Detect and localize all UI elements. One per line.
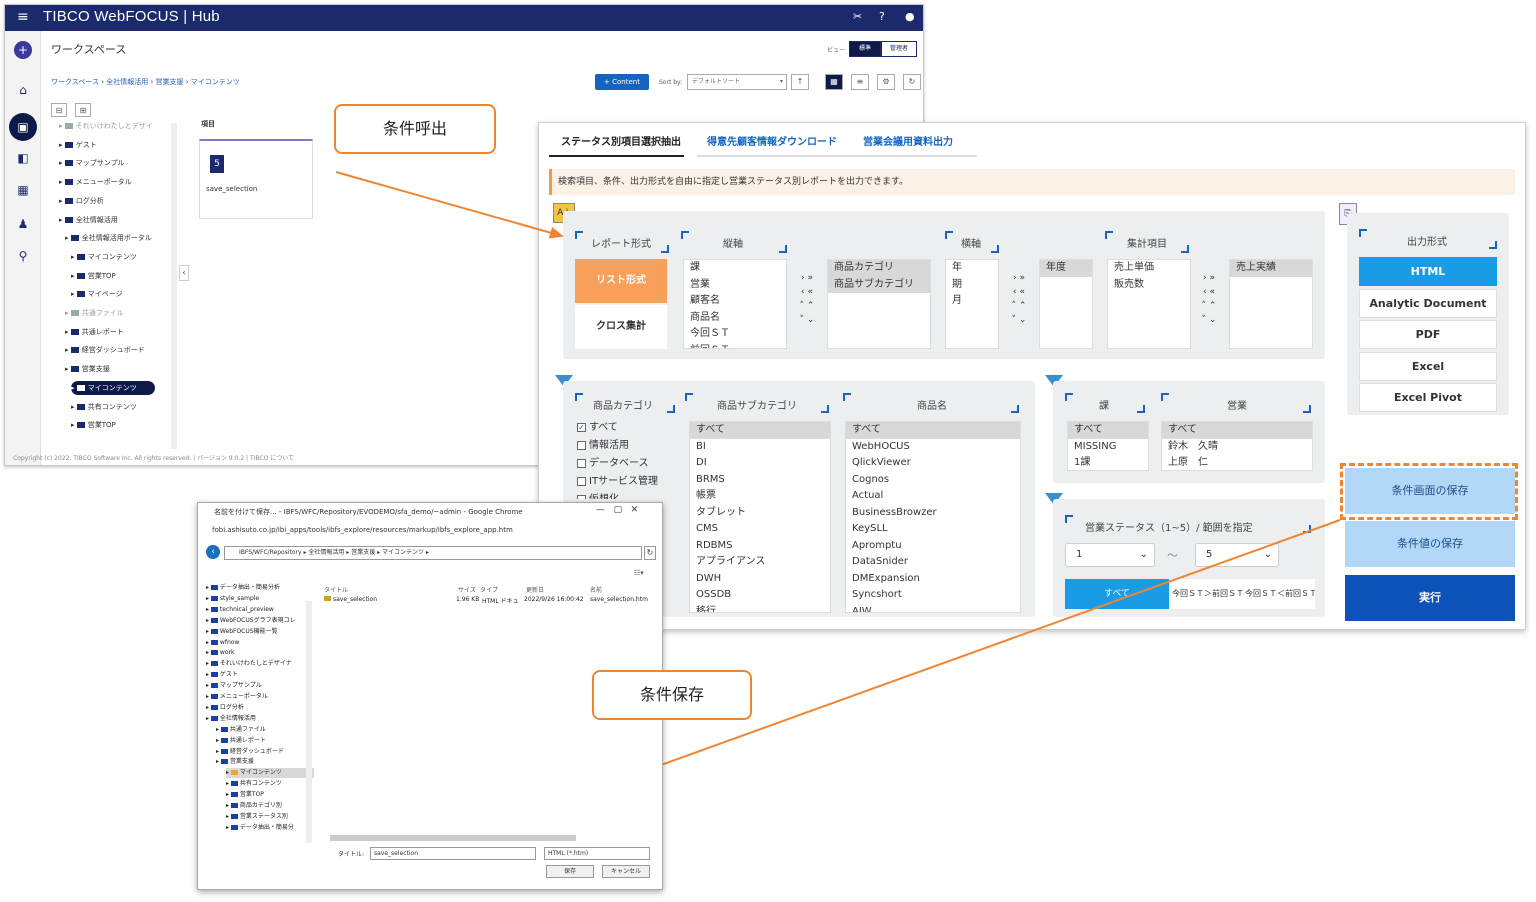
col-type[interactable]: タイプ xyxy=(480,585,498,594)
folder-icon xyxy=(230,781,238,787)
folder-icon xyxy=(210,683,218,689)
dialog-tree-scrollbar[interactable] xyxy=(306,601,312,843)
folder-icon xyxy=(210,617,218,623)
file-date: 2022/9/26 16:00:42 xyxy=(524,596,584,603)
save-button[interactable]: 保存 xyxy=(546,865,594,878)
html-file-icon xyxy=(324,596,331,601)
dialog-tree-label: work xyxy=(219,649,235,657)
file-size: 1.96 KB xyxy=(456,596,480,603)
folder-icon xyxy=(220,759,228,765)
folder-icon xyxy=(210,661,218,667)
dialog-tree-item[interactable]: ▸ 商品カテゴリ別 xyxy=(226,801,314,811)
dialog-tree-label: 営業支援 xyxy=(229,758,254,766)
folder-icon xyxy=(210,715,218,721)
dialog-title: 名前を付けて保存... - IBFS/WFC/Repository/EVODEM… xyxy=(198,503,662,521)
dialog-tree-item[interactable]: ▸ 共通レポート xyxy=(216,736,314,746)
folder-icon xyxy=(230,792,238,798)
cancel-button[interactable]: キャンセル xyxy=(602,865,650,878)
dialog-tree-label: データ抽出・簡易分析 xyxy=(219,584,280,591)
dialog-tree-label: それいけわたしとデザイナ xyxy=(219,660,292,668)
dialog-tree-item[interactable]: ▸ マップサンプル xyxy=(206,681,314,691)
folder-icon xyxy=(210,639,218,645)
folder-icon xyxy=(220,737,228,743)
folder-icon xyxy=(220,748,228,754)
folder-icon xyxy=(230,770,238,776)
dialog-tree-item[interactable]: ▸ 全社情報活用 xyxy=(206,714,314,724)
file-row-title[interactable]: save_selection xyxy=(324,596,377,603)
folder-icon xyxy=(210,628,218,634)
folder-icon xyxy=(210,694,218,699)
dialog-tree-label: 共通ファイル xyxy=(229,725,266,733)
dialog-tree-label: style_sample xyxy=(219,594,260,602)
dialog-tree-label: 経営ダッシュボード xyxy=(229,747,284,755)
folder-icon xyxy=(210,595,218,601)
dialog-tree-label: マップサンプル xyxy=(219,682,262,690)
col-size[interactable]: サイズ xyxy=(458,585,476,594)
folder-icon xyxy=(230,803,238,808)
file-name: save_selection.htm xyxy=(590,596,648,603)
dialog-tree-label: 共有コンテンツ xyxy=(239,780,282,788)
dialog-tree-item[interactable]: ▸ 営業支援 xyxy=(216,757,314,767)
dialog-tree-item[interactable]: ▸ ゲスト xyxy=(206,670,314,680)
dialog-tree-item[interactable]: ▸ ログ分析 xyxy=(206,703,314,713)
dialog-tree-item[interactable]: ▸ wfnow xyxy=(206,638,314,648)
dialog-tree-label: データ抽出・簡易分 xyxy=(239,823,294,831)
back-icon[interactable]: ‹ xyxy=(206,545,220,559)
col-name[interactable]: 名前 xyxy=(590,585,602,594)
dialog-tree-item[interactable]: ▸ 経営ダッシュボード xyxy=(216,747,314,757)
dialog-tree-label: technical_preview xyxy=(219,605,274,613)
dialog-tree-item[interactable]: ▸ WebFOCUSグラフ表現コレ xyxy=(206,616,314,626)
col-date[interactable]: 更新日 xyxy=(526,585,544,594)
dialog-tree-item[interactable]: ▸ データ抽出・簡易分析 xyxy=(206,583,314,593)
folder-icon xyxy=(220,726,228,732)
arrow-recall xyxy=(335,171,564,239)
window-controls[interactable]: — ▢ ✕ xyxy=(596,505,638,515)
dialog-tree-item[interactable]: ▸ マイコンテンツ xyxy=(226,768,314,779)
dialog-tree-label: wfnow xyxy=(219,638,240,646)
dialog-tree-label: メニューポータル xyxy=(219,693,268,700)
dialog-tree-item[interactable]: ▸ メニューポータル xyxy=(206,692,314,702)
title-label: タイトル: xyxy=(338,851,365,858)
dialog-tree-item[interactable]: ▸ 共有コンテンツ xyxy=(226,779,314,789)
horizontal-scrollbar[interactable] xyxy=(330,835,576,841)
dialog-tree-label: 全社情報活用 xyxy=(219,714,256,722)
folder-icon xyxy=(230,824,238,830)
refresh-icon[interactable]: ↻ xyxy=(644,546,656,560)
dialog-tree-label: WebFOCUS機能一覧 xyxy=(219,627,278,635)
dialog-path[interactable]: IBFS/WFC/Repository ▸ 全社情報活用 ▸ 営業支援 ▸ マイ… xyxy=(224,546,642,560)
arrow-save xyxy=(634,519,1341,776)
dialog-tree-item[interactable]: ▸ technical_preview xyxy=(206,605,314,615)
dialog-tree-item[interactable]: ▸ データ抽出・簡易分 xyxy=(226,823,314,833)
dialog-tree-label: WebFOCUSグラフ表現コレ xyxy=(219,616,296,624)
dialog-tree-item[interactable]: ▸ 共通ファイル xyxy=(216,725,314,735)
dialog-tree-item[interactable]: ▸ 営業ステータス別 xyxy=(226,812,314,822)
dialog-url: fobi.ashisuto.co.jp/ibi_apps/tools/ibfs_… xyxy=(212,526,513,534)
folder-icon xyxy=(230,813,238,819)
file-title: save_selection xyxy=(333,596,378,603)
view-menu-icon[interactable]: ☷▾ xyxy=(634,569,644,577)
dialog-tree-label: ゲスト xyxy=(219,671,238,679)
folder-icon xyxy=(210,650,218,656)
dialog-tree-item[interactable]: ▸ それいけわたしとデザイナ xyxy=(206,659,314,669)
folder-icon xyxy=(210,585,218,590)
file-type: HTML ドキュ xyxy=(482,598,519,605)
dialog-tree-item[interactable]: ▸ WebFOCUS機能一覧 xyxy=(206,627,314,637)
callout-save: 条件保存 xyxy=(592,670,752,720)
type-select[interactable]: HTML (*.htm) xyxy=(544,847,650,860)
col-title[interactable]: タイトル xyxy=(324,585,348,594)
dialog-tree: ▸ データ抽出・簡易分析 ▸ style_sample ▸ technical_pr… xyxy=(206,583,314,845)
dialog-tree-item[interactable]: ▸ 営業TOP xyxy=(226,790,314,800)
folder-icon xyxy=(210,606,218,612)
dialog-tree-label: 営業TOP xyxy=(239,791,264,799)
dialog-tree-label: マイコンテンツ xyxy=(239,769,282,777)
dialog-tree-label: ログ分析 xyxy=(219,703,244,711)
dialog-tree-item[interactable]: ▸ style_sample xyxy=(206,594,314,604)
dialog-tree-label: 商品カテゴリ別 xyxy=(239,802,282,809)
dialog-tree-label: 営業ステータス別 xyxy=(239,812,288,820)
dialog-tree-label: 共通レポート xyxy=(229,736,266,744)
title-input[interactable]: save_selection xyxy=(370,847,536,860)
folder-icon xyxy=(210,672,218,678)
dialog-tree-item[interactable]: ▸ work xyxy=(206,648,314,658)
folder-icon xyxy=(210,704,218,710)
